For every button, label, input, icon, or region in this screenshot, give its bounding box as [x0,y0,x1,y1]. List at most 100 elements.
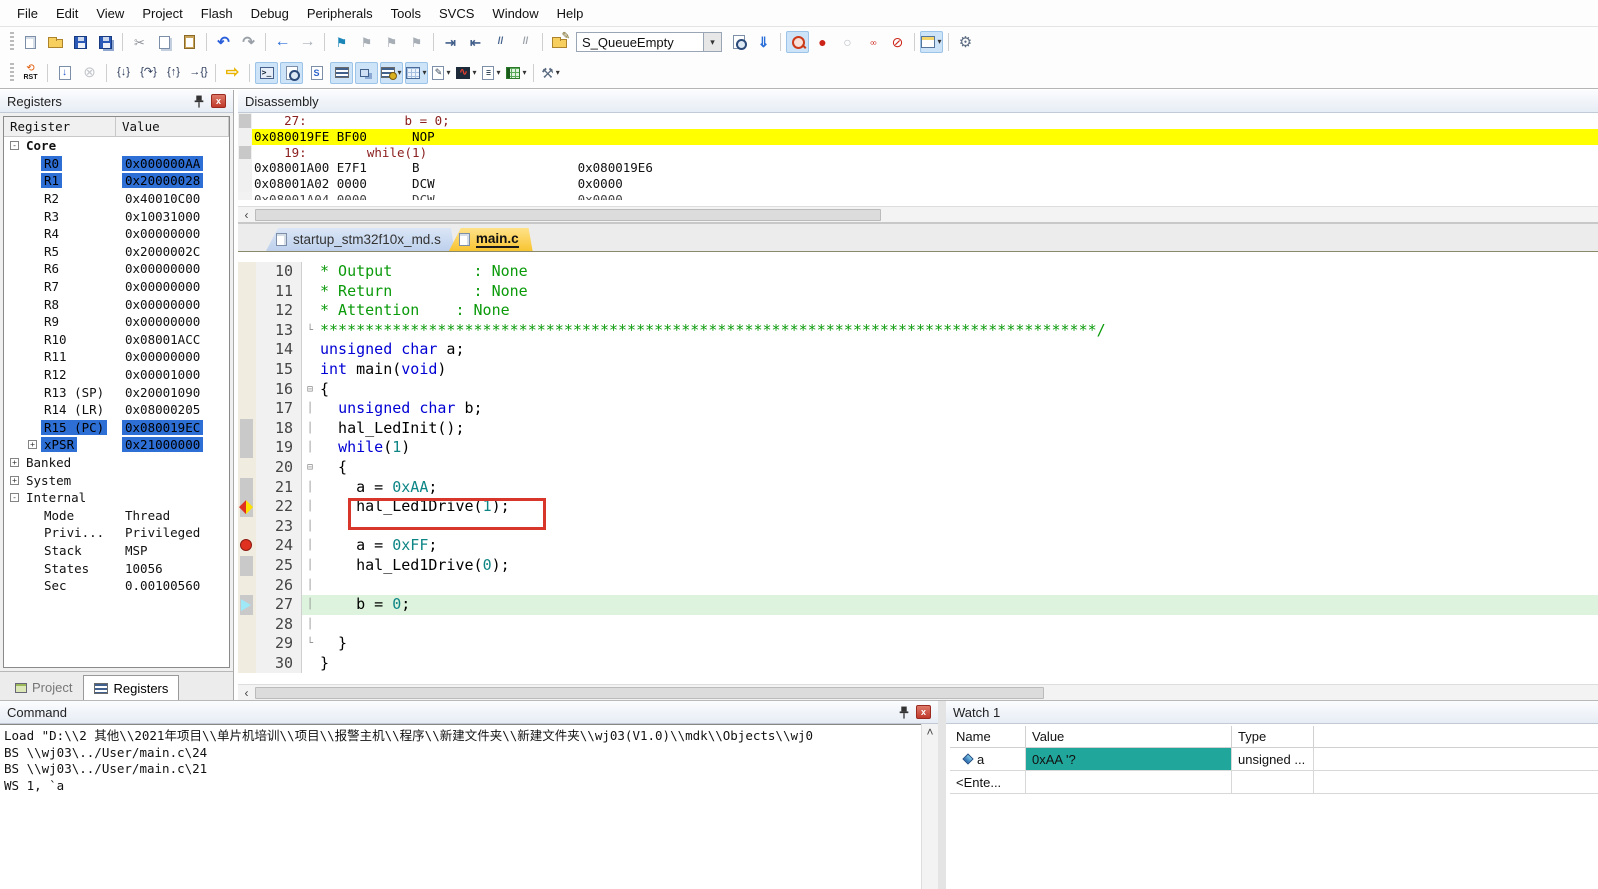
code-gutter[interactable] [238,555,256,576]
save-button[interactable] [69,31,92,53]
code-line-11[interactable]: 11 * Return : None [238,281,1598,302]
code-line-16[interactable]: 16 ⊟{ [238,379,1598,400]
watch-name-cell[interactable]: <Ente... [950,771,1026,793]
insert-bookmark-button[interactable]: ⚑ [330,31,353,53]
disassembly-line[interactable]: 0x08001A00 E7F1 B 0x080019E6 [238,160,1598,177]
code-text[interactable]: int main(void) [318,360,1598,380]
register-row-sec[interactable]: Sec 0.00100560 [4,577,229,595]
code-line-15[interactable]: 15 int main(void) [238,359,1598,380]
chevron-down-icon[interactable]: ▾ [937,38,941,46]
code-line-10[interactable]: 10 * Output : None [238,262,1598,282]
register-row-r12[interactable]: R12 0x00001000 [4,366,229,384]
register-row-internal[interactable]: - Internal [4,489,229,507]
register-row-r0[interactable]: R0 0x000000AA [4,155,229,173]
code-text[interactable]: { [318,380,1598,400]
command-window-button[interactable] [255,61,278,84]
watch-type-cell[interactable]: unsigned ... [1232,748,1314,770]
code-line-14[interactable]: 14 unsigned char a; [238,340,1598,360]
editor-hscrollbar[interactable]: ‹ [238,684,1598,700]
symbol-window-button[interactable] [305,62,328,84]
redo-button[interactable]: ↷ [237,31,260,53]
code-line-22[interactable]: 22 │ hal_Led1Drive(1); [238,497,1598,517]
run-to-cursor-line-button[interactable]: →{} [187,62,210,84]
menu-tools[interactable]: Tools [382,2,430,25]
disable-all-breakpoints-button[interactable]: ◦◦ [861,31,884,53]
tab-registers[interactable]: Registers [83,675,180,700]
code-gutter[interactable] [238,634,256,654]
register-row-r15-pc-[interactable]: R15 (PC) 0x080019EC [4,419,229,437]
register-row-stack[interactable]: Stack MSP [4,542,229,560]
code-gutter[interactable] [238,457,256,478]
register-row-banked[interactable]: + Banked [4,454,229,472]
step-out-button[interactable]: {↑} [162,62,185,84]
cut-button[interactable]: ✂ [128,31,151,53]
chevron-down-icon[interactable]: ▾ [496,68,500,77]
value-column-header[interactable]: Value [116,117,229,136]
disassembly-hscrollbar[interactable]: ‹ [238,206,1598,222]
code-text[interactable]: ****************************************… [318,321,1598,341]
register-row-core[interactable]: - Core [4,137,229,155]
show-next-statement-button[interactable]: ⇨ [221,62,244,84]
code-line-17[interactable]: 17 │ unsigned char b; [238,399,1598,419]
insert-remove-breakpoint-button[interactable]: ● [811,31,834,53]
command-output[interactable]: Load "D:\\2 其他\\2021年项目\\单片机培训\\项目\\报警主机… [0,724,921,889]
breakpoint-icon[interactable] [240,539,252,552]
go-to-previous-bookmark-button[interactable]: ⚑ [380,31,403,53]
memory-windows-button[interactable]: ▾ [405,61,428,84]
step-button[interactable]: {↓} [112,62,135,84]
current-text-combo[interactable]: S_QueueEmpty ▾ [576,32,722,52]
code-line-24[interactable]: 24 │ a = 0xFF; [238,536,1598,556]
pin-icon[interactable] [898,706,910,719]
code-gutter[interactable] [238,516,256,537]
code-gutter[interactable] [238,595,256,615]
code-text[interactable]: b = 0; [318,595,1598,615]
code-gutter[interactable] [238,340,256,360]
menu-svcs[interactable]: SVCS [430,2,483,25]
command-vscrollbar[interactable]: ˄ [921,724,938,889]
chevron-down-icon[interactable]: ▾ [472,68,476,77]
register-row-system[interactable]: + System [4,471,229,489]
register-row-r2[interactable]: R2 0x40010C00 [4,190,229,208]
scrollbar-thumb[interactable] [255,208,881,221]
code-text[interactable]: while(1) [318,438,1598,458]
disassembly-line[interactable]: 0x080019FE BF00 NOP [238,128,1598,145]
call-stack-window-button[interactable] [355,61,378,84]
menu-debug[interactable]: Debug [242,2,298,25]
code-line-23[interactable]: 23 │ [238,516,1598,537]
menu-view[interactable]: View [87,2,133,25]
configure-target-button[interactable]: ⚙ [954,31,977,53]
code-gutter[interactable] [238,281,256,302]
clear-all-bookmarks-button[interactable]: ⚑ [405,31,428,53]
paste-button[interactable] [178,31,201,53]
register-row-r10[interactable]: R10 0x08001ACC [4,331,229,349]
code-line-28[interactable]: 28 │ [238,614,1598,635]
debug-toolbox-button[interactable]: ⚒ ▾ [539,62,562,84]
code-gutter[interactable] [238,653,256,674]
type-column-header[interactable]: Type [1232,726,1314,747]
code-line-20[interactable]: 20 ⊟ { [238,457,1598,478]
register-row-r6[interactable]: R6 0x00000000 [4,260,229,278]
code-text[interactable] [318,517,1598,537]
register-row-r5[interactable]: R5 0x2000002C [4,243,229,261]
open-file-button[interactable] [44,31,67,53]
tree-expander-icon[interactable]: - [10,493,19,503]
code-text[interactable]: hal_Led1Drive(1); [318,497,1598,517]
code-line-25[interactable]: 25 │ hal_Led1Drive(0); [238,555,1598,576]
code-area[interactable]: 10 * Output : None 11 * Return : None 12 * At… [238,252,1598,684]
code-gutter[interactable] [238,614,256,635]
editor-tab-startup-stm32f10x-md-s[interactable]: startup_stm32f10x_md.s [266,228,455,251]
code-line-18[interactable]: 18 │ hal_LedInit(); [238,418,1598,439]
scroll-up-icon[interactable]: ˄ [922,724,938,740]
close-icon[interactable]: x [211,94,226,108]
tab-project[interactable]: Project [4,675,83,700]
menu-help[interactable]: Help [548,2,593,25]
disassembly-window-button[interactable] [280,61,303,84]
scroll-left-icon[interactable]: ‹ [238,685,255,700]
uncomment-selection-button[interactable]: // [514,31,537,53]
register-row-r13-sp-[interactable]: R13 (SP) 0x20001090 [4,383,229,401]
code-text[interactable]: * Output : None [318,262,1598,282]
register-column-header[interactable]: Register [4,117,116,136]
chevron-down-icon[interactable]: ▾ [422,68,426,77]
find-in-files-dialog-button[interactable] [727,31,750,53]
disassembly-line[interactable]: 0x08001A02 0000 DCW 0x0000 [238,176,1598,192]
